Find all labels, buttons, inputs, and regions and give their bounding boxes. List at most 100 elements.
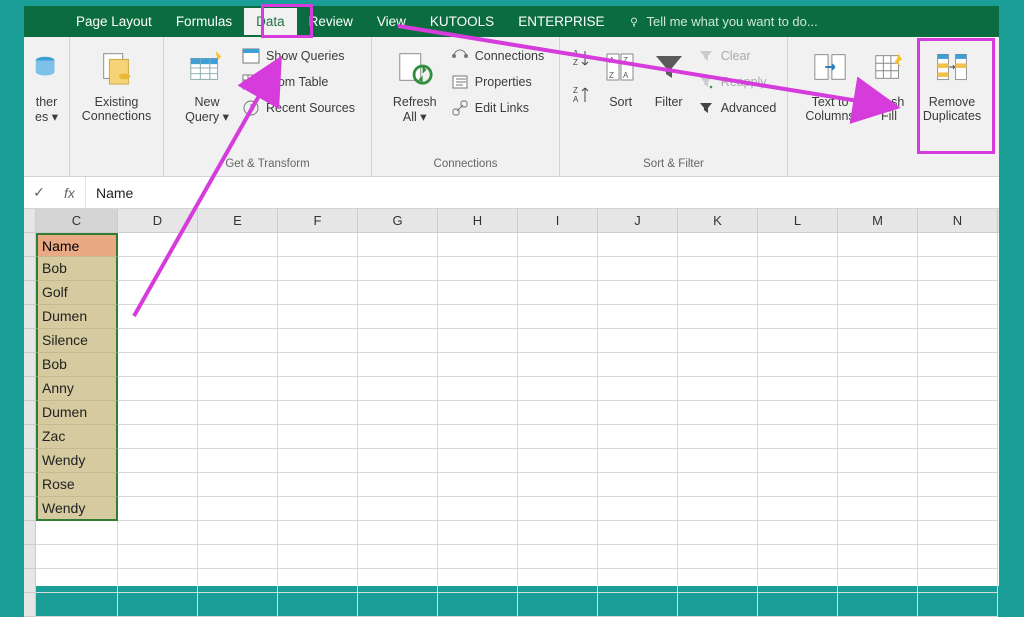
empty-cell[interactable]	[438, 521, 518, 545]
column-header-H[interactable]: H	[438, 209, 518, 232]
empty-cell[interactable]	[198, 233, 278, 257]
empty-cell[interactable]	[678, 281, 758, 305]
data-cell[interactable]: Name	[36, 233, 118, 257]
empty-cell[interactable]	[678, 497, 758, 521]
empty-cell[interactable]	[598, 497, 678, 521]
empty-cell[interactable]	[198, 281, 278, 305]
empty-cell[interactable]	[918, 521, 998, 545]
empty-cell[interactable]	[838, 569, 918, 593]
empty-cell[interactable]	[358, 305, 438, 329]
empty-cell[interactable]	[838, 281, 918, 305]
data-cell[interactable]: Wendy	[36, 497, 118, 521]
empty-cell[interactable]	[838, 521, 918, 545]
empty-cell[interactable]	[358, 329, 438, 353]
empty-cell[interactable]	[758, 497, 838, 521]
empty-cell[interactable]	[438, 593, 518, 617]
row-header[interactable]	[24, 377, 36, 401]
tab-page-layout[interactable]: Page Layout	[64, 8, 164, 35]
column-header-J[interactable]: J	[598, 209, 678, 232]
empty-cell[interactable]	[918, 281, 998, 305]
empty-cell[interactable]	[118, 401, 198, 425]
empty-cell[interactable]	[598, 401, 678, 425]
empty-cell[interactable]	[438, 353, 518, 377]
empty-cell[interactable]	[118, 593, 198, 617]
empty-cell[interactable]	[598, 257, 678, 281]
text-to-columns-button[interactable]: Text to Columns	[797, 41, 863, 123]
empty-cell[interactable]	[278, 497, 358, 521]
advanced-filter-button[interactable]: Advanced	[697, 99, 777, 117]
empty-cell[interactable]	[918, 473, 998, 497]
empty-cell[interactable]	[278, 353, 358, 377]
tab-enterprise[interactable]: ENTERPRISE	[506, 8, 616, 35]
flash-fill-button[interactable]: Flash Fill	[863, 41, 915, 123]
empty-cell[interactable]	[838, 233, 918, 257]
empty-cell[interactable]	[518, 449, 598, 473]
empty-cell[interactable]	[118, 545, 198, 569]
empty-cell[interactable]	[918, 401, 998, 425]
edit-links-button[interactable]: Edit Links	[451, 99, 545, 117]
empty-cell[interactable]	[438, 545, 518, 569]
empty-cell[interactable]	[918, 449, 998, 473]
empty-cell[interactable]	[358, 401, 438, 425]
empty-cell[interactable]	[438, 425, 518, 449]
empty-cell[interactable]	[918, 569, 998, 593]
empty-cell[interactable]	[198, 305, 278, 329]
empty-cell[interactable]	[918, 329, 998, 353]
empty-cell[interactable]	[518, 593, 598, 617]
row-header[interactable]	[24, 593, 36, 617]
empty-cell[interactable]	[598, 473, 678, 497]
empty-cell[interactable]	[438, 497, 518, 521]
empty-cell[interactable]	[278, 521, 358, 545]
empty-cell[interactable]	[518, 353, 598, 377]
empty-cell[interactable]	[918, 497, 998, 521]
empty-cell[interactable]	[838, 497, 918, 521]
empty-cell[interactable]	[838, 449, 918, 473]
row-header[interactable]	[24, 569, 36, 593]
column-header-I[interactable]: I	[518, 209, 598, 232]
data-cell[interactable]: Golf	[36, 281, 118, 305]
empty-cell[interactable]	[198, 449, 278, 473]
empty-cell[interactable]	[358, 545, 438, 569]
empty-cell[interactable]	[838, 401, 918, 425]
column-header-C[interactable]: C	[36, 209, 118, 232]
recent-sources-button[interactable]: Recent Sources	[242, 99, 355, 117]
empty-cell[interactable]	[758, 425, 838, 449]
empty-cell[interactable]	[758, 473, 838, 497]
from-table-button[interactable]: From Table	[242, 73, 355, 91]
empty-cell[interactable]	[838, 353, 918, 377]
empty-cell[interactable]	[678, 545, 758, 569]
empty-cell[interactable]	[758, 257, 838, 281]
empty-cell[interactable]	[678, 569, 758, 593]
empty-cell[interactable]	[598, 425, 678, 449]
tab-data[interactable]: Data	[244, 8, 297, 35]
empty-cell[interactable]	[118, 281, 198, 305]
empty-cell[interactable]	[518, 473, 598, 497]
empty-cell[interactable]	[198, 257, 278, 281]
empty-cell[interactable]	[118, 233, 198, 257]
empty-cell[interactable]	[36, 569, 118, 593]
row-header[interactable]	[24, 353, 36, 377]
data-cell[interactable]: Zac	[36, 425, 118, 449]
empty-cell[interactable]	[118, 257, 198, 281]
empty-cell[interactable]	[918, 545, 998, 569]
empty-cell[interactable]	[358, 497, 438, 521]
empty-cell[interactable]	[838, 377, 918, 401]
empty-cell[interactable]	[198, 521, 278, 545]
empty-cell[interactable]	[278, 401, 358, 425]
empty-cell[interactable]	[518, 257, 598, 281]
empty-cell[interactable]	[198, 593, 278, 617]
data-cell[interactable]: Silence	[36, 329, 118, 353]
empty-cell[interactable]	[198, 497, 278, 521]
empty-cell[interactable]	[438, 329, 518, 353]
empty-cell[interactable]	[358, 353, 438, 377]
empty-cell[interactable]	[598, 521, 678, 545]
row-header[interactable]	[24, 401, 36, 425]
empty-cell[interactable]	[838, 257, 918, 281]
tab-kutools[interactable]: KUTOOLS	[418, 8, 506, 35]
empty-cell[interactable]	[678, 401, 758, 425]
empty-cell[interactable]	[678, 233, 758, 257]
sort-az-icon[interactable]: AZ	[571, 47, 593, 74]
empty-cell[interactable]	[918, 233, 998, 257]
empty-cell[interactable]	[278, 329, 358, 353]
empty-cell[interactable]	[598, 545, 678, 569]
